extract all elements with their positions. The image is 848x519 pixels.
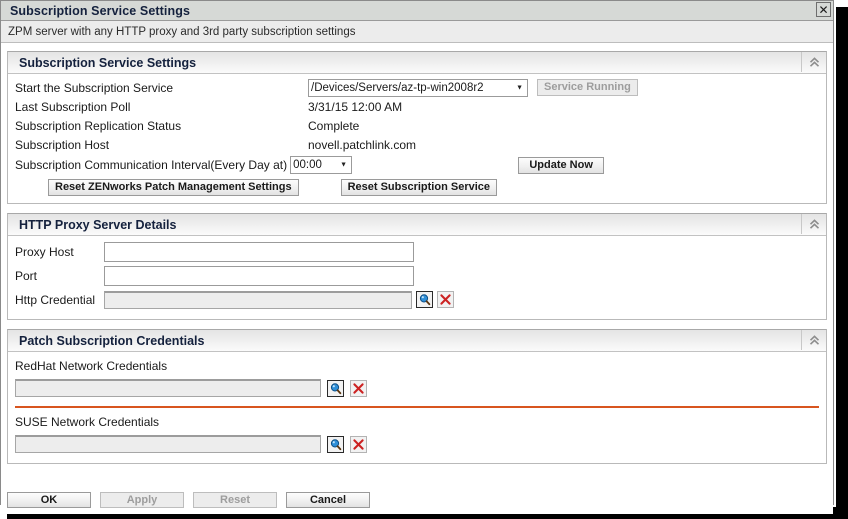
apply-button: Apply <box>100 492 184 508</box>
row-start-subscription-service: Start the Subscription Service /Devices/… <box>8 78 826 97</box>
chevron-double-up-icon[interactable] <box>801 214 826 234</box>
panel-subscription-service-settings: Subscription Service Settings Start the … <box>7 51 827 204</box>
device-select-wrap: /Devices/Servers/az-tp-win2008r2 <box>308 78 528 97</box>
proxy-port-input[interactable] <box>104 266 414 286</box>
label-last-subscription-poll: Last Subscription Poll <box>15 99 131 114</box>
window-content: Subscription Service Settings Start the … <box>1 51 833 514</box>
close-icon[interactable]: ✕ <box>816 2 831 17</box>
row-subscription-communication-interval: Subscription Communication Interval(Ever… <box>8 154 826 176</box>
subscription-service-settings-window: Subscription Service Settings ✕ ZPM serv… <box>0 0 834 514</box>
panel-body-proxy: Proxy Host Port Http Credential <box>8 236 826 319</box>
redhat-credential-input[interactable] <box>15 379 321 397</box>
reset-subscription-service-button[interactable]: Reset Subscription Service <box>340 178 498 196</box>
reset-button: Reset <box>193 492 277 508</box>
service-running-status-button: Service Running <box>537 79 638 96</box>
label-proxy-port: Port <box>15 269 38 283</box>
window-shadow-right <box>836 7 848 519</box>
window-title: Subscription Service Settings <box>10 3 191 18</box>
red-x-icon[interactable] <box>350 435 367 453</box>
credential-group-divider <box>15 406 819 408</box>
start-subscription-service-select[interactable]: /Devices/Servers/az-tp-win2008r2 <box>308 78 528 97</box>
panel-title-credentials: Patch Subscription Credentials <box>19 333 205 348</box>
update-now-button[interactable]: Update Now <box>518 156 605 174</box>
row-proxy-port: Port <box>8 264 826 288</box>
magnifier-icon[interactable] <box>327 435 344 453</box>
panel-patch-subscription-credentials: Patch Subscription Credentials RedHat Ne… <box>7 329 827 464</box>
ok-button[interactable]: OK <box>7 492 91 508</box>
magnifier-icon[interactable] <box>327 379 344 397</box>
row-suse-credential <box>8 435 826 453</box>
dialog-footer-buttons: OK Apply Reset Cancel <box>1 492 833 508</box>
window-subtitle-bar: ZPM server with any HTTP proxy and 3rd p… <box>1 21 833 43</box>
interval-select-wrap: 00:00 <box>290 156 353 174</box>
label-start-subscription-service: Start the Subscription Service <box>15 80 174 95</box>
proxy-host-input[interactable] <box>104 242 414 262</box>
row-subscription-reset-buttons: Reset ZENworks Patch Management Settings… <box>8 176 826 198</box>
row-last-subscription-poll: Last Subscription Poll 3/31/15 12:00 AM <box>8 97 826 116</box>
value-last-subscription-poll: 3/31/15 12:00 AM <box>308 99 403 114</box>
label-subscription-host: Subscription Host <box>15 137 110 152</box>
red-x-icon[interactable] <box>350 379 367 397</box>
panel-title-proxy: HTTP Proxy Server Details <box>19 217 177 232</box>
panel-body-subscription: Start the Subscription Service /Devices/… <box>8 74 826 203</box>
cancel-button[interactable]: Cancel <box>286 492 370 508</box>
heading-redhat-network-credentials: RedHat Network Credentials <box>15 359 168 373</box>
panel-header-subscription: Subscription Service Settings <box>8 52 826 74</box>
value-subscription-replication-status: Complete <box>308 118 360 133</box>
window-subtitle: ZPM server with any HTTP proxy and 3rd p… <box>8 25 356 38</box>
credential-group-redhat: RedHat Network Credentials <box>8 359 826 397</box>
row-subscription-host: Subscription Host novell.patchlink.com <box>8 135 826 154</box>
chevron-double-up-icon[interactable] <box>801 330 826 350</box>
panel-http-proxy-server-details: HTTP Proxy Server Details Proxy Host Por… <box>7 213 827 320</box>
label-subscription-communication-interval: Subscription Communication Interval(Ever… <box>15 158 288 172</box>
panel-title-subscription: Subscription Service Settings <box>19 55 197 70</box>
row-redhat-credential <box>8 379 826 397</box>
panel-header-credentials: Patch Subscription Credentials <box>8 330 826 352</box>
magnifier-icon[interactable] <box>416 291 433 308</box>
subscription-interval-select[interactable]: 00:00 <box>290 156 353 174</box>
chevron-double-up-icon[interactable] <box>801 52 826 72</box>
suse-credential-input[interactable] <box>15 435 321 453</box>
panel-header-proxy: HTTP Proxy Server Details <box>8 214 826 236</box>
row-subscription-replication-status: Subscription Replication Status Complete <box>8 116 826 135</box>
label-http-credential: Http Credential <box>15 292 96 307</box>
row-proxy-host: Proxy Host <box>8 240 826 264</box>
http-credential-input[interactable] <box>104 290 412 309</box>
label-subscription-replication-status: Subscription Replication Status <box>15 118 182 133</box>
reset-zenworks-patch-management-settings-button[interactable]: Reset ZENworks Patch Management Settings <box>48 178 299 196</box>
heading-suse-network-credentials: SUSE Network Credentials <box>15 415 160 429</box>
credential-group-suse: SUSE Network Credentials <box>8 415 826 453</box>
red-x-icon[interactable] <box>437 291 454 308</box>
row-http-credential: Http Credential <box>8 288 826 311</box>
window-titlebar: Subscription Service Settings ✕ <box>1 1 833 21</box>
value-subscription-host: novell.patchlink.com <box>308 137 417 152</box>
label-proxy-host: Proxy Host <box>15 245 74 259</box>
panel-body-credentials: RedHat Network Credentials SUSE Network … <box>8 359 826 463</box>
